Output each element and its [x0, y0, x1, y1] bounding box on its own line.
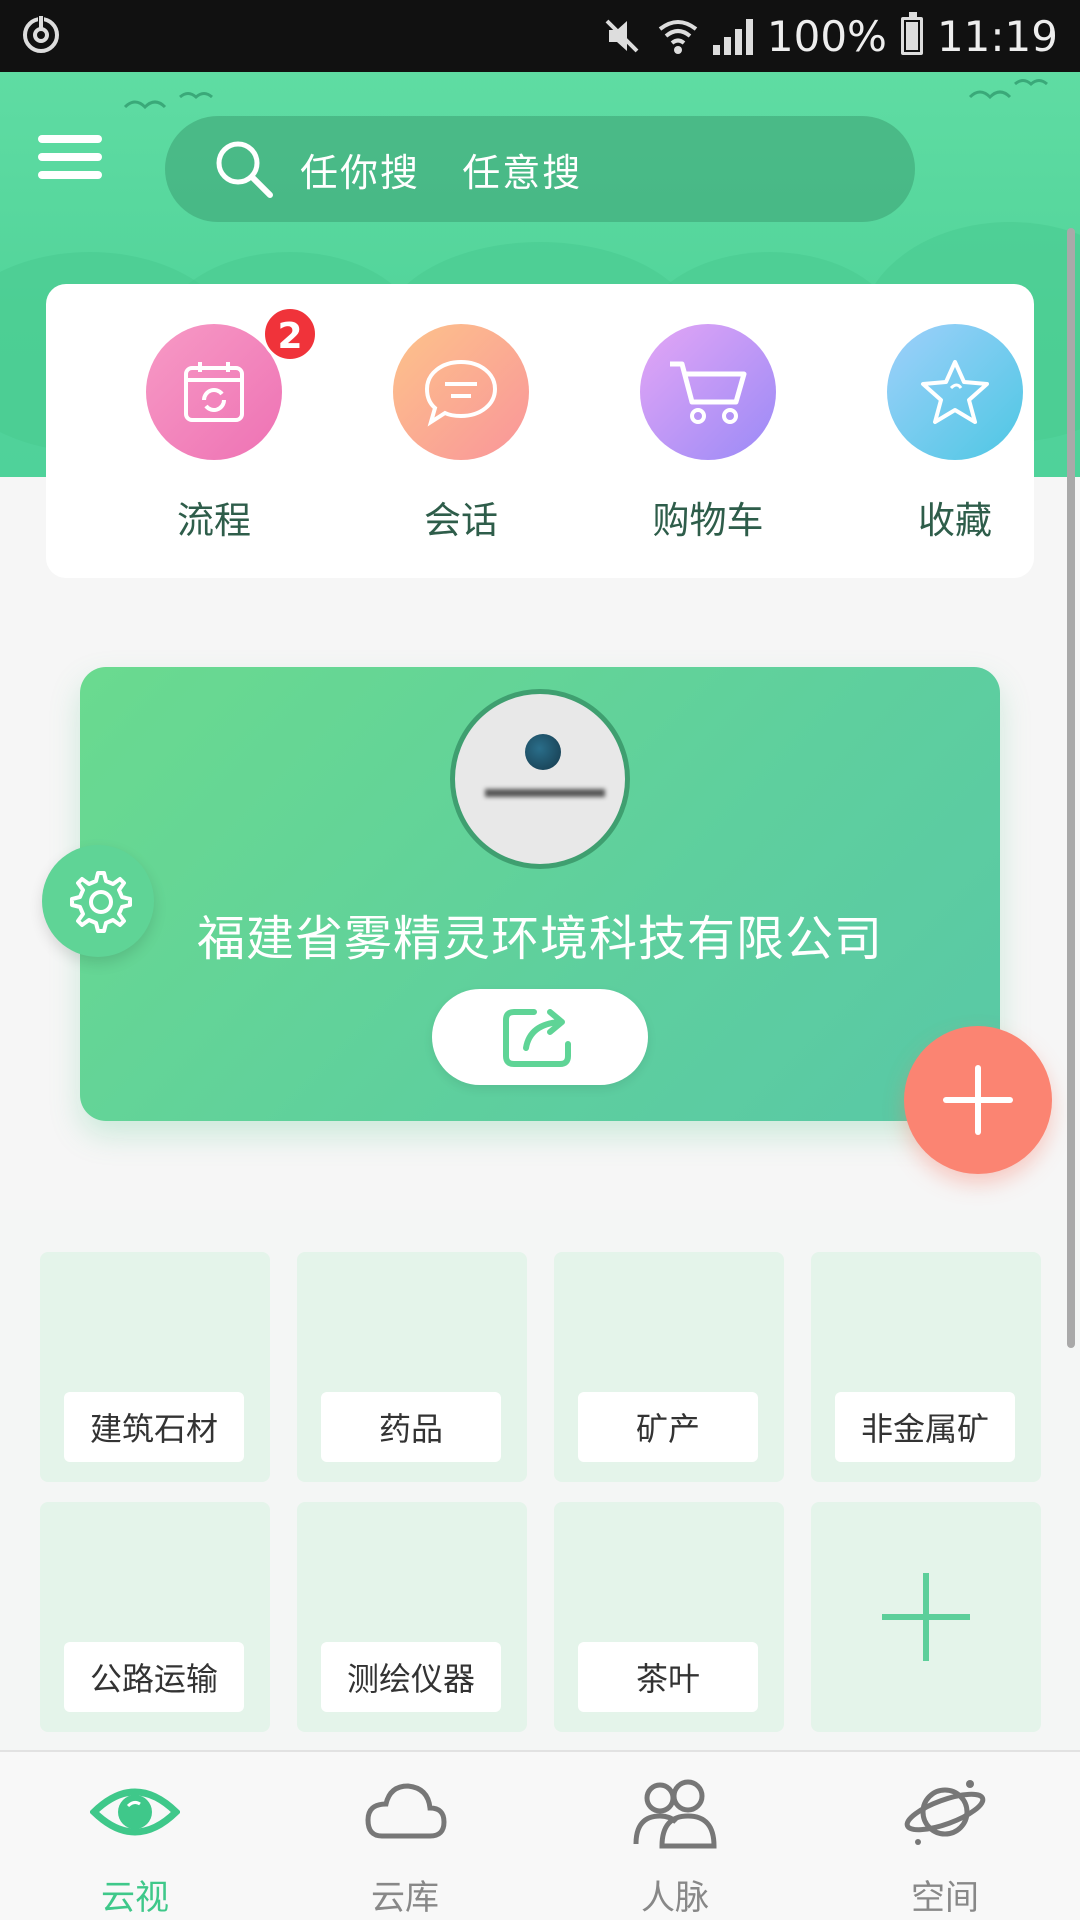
plus-icon: [882, 1573, 970, 1661]
planet-icon: [904, 1780, 986, 1845]
category-tile[interactable]: 非金属矿: [811, 1252, 1041, 1482]
sync-icon: [23, 15, 59, 53]
quick-item-label: 流程: [177, 499, 251, 542]
category-label: 矿产: [578, 1392, 758, 1462]
mute-icon: [605, 19, 639, 53]
quick-actions-card: 2 流程 会话 购物车 收藏: [46, 284, 1034, 578]
star-icon: [921, 360, 989, 424]
signal-icon: [712, 17, 753, 55]
eye-icon: [88, 1788, 182, 1836]
people-icon: [633, 1779, 717, 1849]
search-bar[interactable]: 任你搜 任意搜: [165, 116, 915, 222]
quick-item-label: 收藏: [918, 499, 992, 542]
add-fab-button[interactable]: [904, 1026, 1052, 1174]
category-label: 测绘仪器: [321, 1642, 501, 1712]
gear-icon: [70, 871, 132, 933]
share-button[interactable]: [432, 989, 648, 1085]
bottom-nav: 云视 云库 人脉 空间: [0, 1750, 1080, 1920]
nav-label: 人脉: [641, 1878, 709, 1918]
calendar-icon: [184, 362, 244, 422]
battery-icon: [900, 12, 923, 55]
category-label: 茶叶: [578, 1642, 758, 1712]
nav-label: 空间: [911, 1878, 979, 1918]
cloud-icon: [365, 1783, 447, 1839]
category-label: 公路运输: [64, 1642, 244, 1712]
chat-icon: [424, 359, 498, 427]
quick-item-cart[interactable]: 购物车: [618, 324, 798, 544]
quick-item-label: 会话: [424, 499, 498, 542]
category-label: 建筑石材: [64, 1392, 244, 1462]
category-tile[interactable]: 公路运输: [40, 1502, 270, 1732]
search-placeholder: 任你搜 任意搜: [300, 150, 583, 195]
share-icon: [503, 1009, 571, 1067]
nav-tab-contacts[interactable]: 人脉: [540, 1752, 810, 1920]
category-tile[interactable]: 药品: [297, 1252, 527, 1482]
quick-item-chat[interactable]: 会话: [371, 324, 551, 544]
company-name: 福建省雾精灵环境科技有限公司: [196, 911, 883, 967]
settings-button[interactable]: [42, 845, 154, 957]
wifi-icon: [658, 20, 698, 54]
notification-badge: 2: [262, 306, 318, 362]
search-icon: [216, 141, 273, 198]
status-bar: 100% 11:19: [0, 0, 1080, 72]
category-tile[interactable]: 测绘仪器: [297, 1502, 527, 1732]
company-logo: [525, 734, 561, 770]
nav-label: 云库: [371, 1878, 439, 1918]
company-avatar[interactable]: [450, 689, 630, 869]
nav-tab-cloud-library[interactable]: 云库: [270, 1752, 540, 1920]
quick-item-flow[interactable]: 2 流程: [124, 306, 318, 544]
nav-tab-space[interactable]: 空间: [810, 1752, 1080, 1920]
category-tile[interactable]: 茶叶: [554, 1502, 784, 1732]
battery-percent: 100%: [766, 11, 887, 61]
category-tile[interactable]: 建筑石材: [40, 1252, 270, 1482]
quick-item-favorites[interactable]: 收藏: [865, 324, 1045, 544]
category-tile[interactable]: 矿产: [554, 1252, 784, 1482]
clock: 11:19: [936, 11, 1058, 61]
quick-item-label: 购物车: [652, 499, 764, 542]
nav-tab-cloud-view[interactable]: 云视: [0, 1752, 270, 1920]
plus-icon: [943, 1065, 1013, 1135]
menu-icon[interactable]: [38, 135, 102, 185]
add-category-button[interactable]: [811, 1502, 1041, 1732]
company-card[interactable]: 福建省雾精灵环境科技有限公司: [80, 667, 1000, 1121]
cart-icon: [670, 361, 747, 424]
birds-decoration-right: [968, 79, 1048, 100]
nav-label: 云视: [101, 1878, 169, 1918]
category-label: 药品: [321, 1392, 501, 1462]
category-label: 非金属矿: [835, 1392, 1015, 1462]
scrollbar[interactable]: [1067, 228, 1075, 1348]
